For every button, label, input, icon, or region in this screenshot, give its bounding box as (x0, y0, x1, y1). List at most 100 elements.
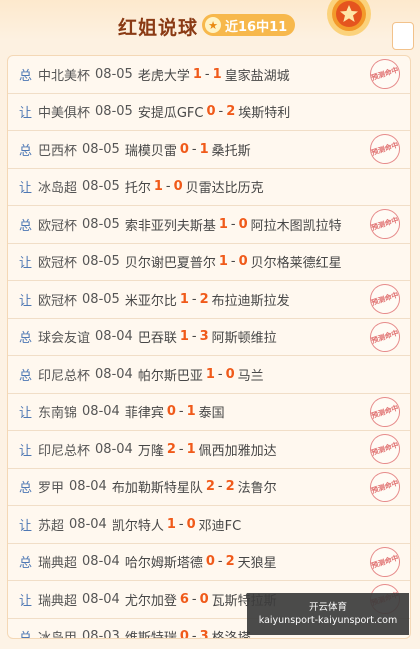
away-team: 桑托斯 (211, 143, 251, 159)
hit-rate-badge: ★ 近16中11 (202, 14, 296, 36)
home-team: 索非亚列夫斯基 (124, 218, 216, 234)
match-date: 08-04 (95, 329, 133, 345)
match-date: 08-05 (95, 104, 133, 120)
prediction-type: 总 (19, 481, 33, 497)
prediction-row[interactable]: 让苏超 08-04 凯尔特人 1-0 邓迪FC (8, 506, 410, 544)
away-team: 天狼星 (237, 556, 277, 572)
league-name: 巴西杯 (38, 143, 78, 159)
league-name: 冰岛超 (38, 181, 78, 197)
away-score: 1 (199, 141, 209, 157)
prediction-type: 让 (19, 443, 33, 459)
hit-stamp-text: 预测命中 (370, 140, 400, 157)
league-name: 东南锦 (38, 406, 78, 422)
league-name: 欧冠杯 (38, 256, 78, 272)
league-name: 罗甲 (38, 481, 65, 497)
score-separator: - (217, 366, 223, 382)
away-team: 邓迪FC (198, 518, 242, 534)
star-icon: ★ (205, 17, 221, 33)
home-score: 0 (179, 141, 189, 157)
league-name: 印尼总杯 (38, 443, 91, 459)
prediction-type: 让 (19, 181, 33, 197)
match-date: 08-03 (82, 629, 120, 639)
away-team: 埃斯特利 (238, 106, 291, 122)
away-score: 0 (199, 591, 209, 607)
hit-stamp-icon: 预测命中 (366, 317, 404, 356)
prediction-row[interactable]: 总瑞典超 08-04 哈尔姆斯塔德 0-2 天狼星 预测命中 (8, 542, 410, 581)
match-date: 08-04 (95, 366, 133, 382)
home-score: 1 (179, 329, 189, 345)
prediction-type: 让 (19, 293, 33, 309)
league-name: 瑞典超 (38, 556, 78, 572)
away-team: 格洛塔 (211, 631, 251, 639)
score-separator: - (204, 66, 210, 82)
prediction-row[interactable]: 总球会友谊 08-04 巴吞联 1-3 阿斯顿维拉 预测命中 (8, 317, 410, 356)
home-score: 0 (205, 554, 215, 570)
prediction-row[interactable]: 让欧冠杯 08-05 贝尔谢巴夏普尔 1-0 贝尔格莱德红星 (8, 244, 410, 281)
score-separator: - (191, 629, 197, 639)
prediction-type: 总 (19, 556, 33, 572)
league-name: 欧冠杯 (38, 218, 78, 234)
hit-stamp-text: 预测命中 (370, 65, 400, 82)
prediction-type: 让 (19, 106, 33, 122)
hit-stamp-icon: 预测命中 (366, 467, 404, 506)
prediction-row[interactable]: 总罗甲 08-04 布加勒斯特星队 2-2 法鲁尔 预测命中 (8, 467, 410, 506)
league-name: 印尼总杯 (38, 368, 91, 384)
prediction-row[interactable]: 总欧冠杯 08-05 索非亚列夫斯基 1-0 阿拉木图凯拉特 预测命中 (8, 205, 410, 244)
prediction-row[interactable]: 让东南锦 08-04 菲律宾 0-1 泰国 预测命中 (8, 392, 410, 431)
away-score: 0 (186, 516, 196, 532)
home-score: 6 (179, 591, 189, 607)
match-date: 08-05 (82, 141, 120, 157)
away-team: 贝尔格莱德红星 (250, 256, 342, 272)
hit-stamp-text: 预测命中 (370, 327, 400, 345)
home-team: 米亚尔比 (124, 293, 177, 309)
home-team: 帕尔斯巴亚 (137, 368, 203, 384)
home-team: 维斯特瑞 (124, 631, 177, 639)
hit-stamp-icon: 预测命中 (366, 130, 404, 168)
home-team: 凯尔特人 (111, 518, 164, 534)
match-date: 08-04 (95, 441, 133, 457)
hit-stamp-icon: 预测命中 (366, 56, 404, 93)
prediction-type: 让 (19, 593, 33, 609)
home-score: 1 (153, 179, 163, 195)
home-team: 万隆 (137, 443, 164, 459)
prediction-row[interactable]: 让冰岛超 08-05 托尔 1-0 贝雷达比历克 (8, 169, 410, 206)
league-name: 球会友谊 (38, 331, 91, 347)
side-card-icon (392, 22, 414, 50)
prediction-row[interactable]: 总印尼总杯 08-04 帕尔斯巴亚 1-0 马兰 (8, 356, 410, 394)
away-team: 贝雷达比历克 (185, 181, 264, 197)
home-score: 1 (218, 254, 228, 270)
score-separator: - (217, 554, 223, 570)
home-team: 瑞模贝雷 (124, 143, 177, 159)
prediction-row[interactable]: 总巴西杯 08-05 瑞模贝雷 0-1 桑托斯 预测命中 (8, 130, 410, 169)
prediction-row[interactable]: 让欧冠杯 08-05 米亚尔比 1-2 布拉迪斯拉发 预测命中 (8, 280, 410, 319)
away-score: 2 (226, 104, 236, 120)
away-team: 马兰 (237, 368, 264, 384)
hit-stamp-text: 预测命中 (370, 215, 400, 232)
match-date: 08-04 (69, 479, 107, 495)
prediction-row[interactable]: 让中美俱杯 08-05 安提瓜GFC 0-2 埃斯特利 (8, 94, 410, 131)
home-team: 安提瓜GFC (137, 106, 204, 122)
score-separator: - (191, 329, 197, 345)
match-date: 08-04 (82, 591, 120, 607)
league-name: 冰岛甲 (38, 631, 78, 639)
prediction-row[interactable]: 让印尼总杯 08-04 万隆 2-1 佩西加雅加达 预测命中 (8, 430, 410, 469)
hit-stamp-icon: 预测命中 (366, 205, 404, 243)
away-team: 阿拉木图凯拉特 (250, 218, 342, 234)
home-team: 贝尔谢巴夏普尔 (124, 256, 216, 272)
page-title: 红姐说球 (118, 17, 199, 39)
prediction-row[interactable]: 总中北美杯 08-05 老虎大学 1-1 皇家盐湖城 预测命中 (8, 56, 410, 94)
away-score: 2 (225, 479, 235, 495)
score-separator: - (191, 141, 197, 157)
score-separator: - (217, 479, 223, 495)
home-team: 哈尔姆斯塔德 (124, 556, 203, 572)
prediction-type: 总 (19, 631, 33, 639)
match-date: 08-05 (82, 216, 120, 232)
home-score: 0 (179, 629, 189, 639)
hit-stamp-text: 预测命中 (370, 552, 400, 570)
prediction-type: 总 (19, 218, 33, 234)
match-date: 08-04 (82, 554, 120, 570)
home-score: 1 (192, 66, 202, 82)
hit-stamp-icon: 预测命中 (366, 280, 404, 318)
watermark: 开云体育 kaiyunsport-kaiyunsport.com (247, 593, 409, 635)
hit-stamp-icon: 预测命中 (366, 542, 404, 581)
